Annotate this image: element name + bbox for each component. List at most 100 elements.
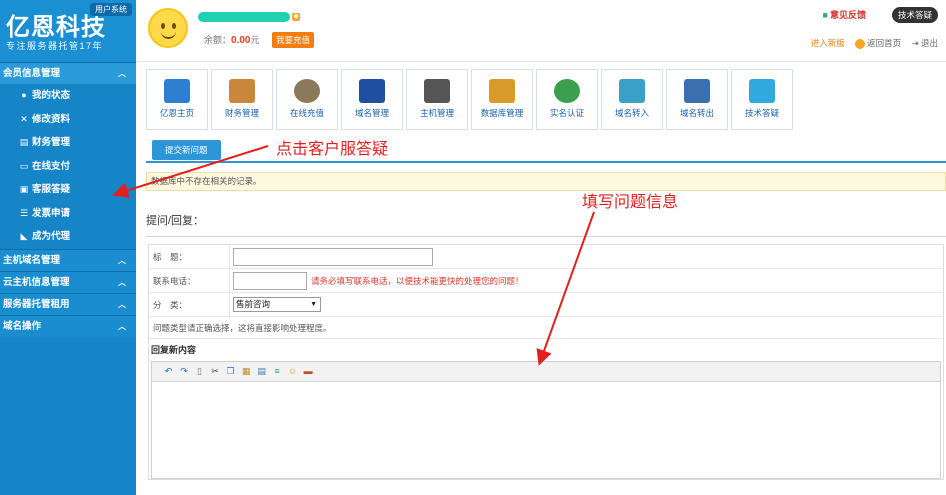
logout-link[interactable]: ⇥ 退出 [912,38,939,48]
flag-icon [359,79,385,103]
bird-icon: ◣ [20,231,28,241]
title-input[interactable] [233,248,433,266]
annotation-fill-info: 填写问题信息 [582,192,679,211]
avatar[interactable] [148,8,188,48]
chevron-up-icon: ︿ [118,255,126,265]
tile-label: 域名管理 [354,108,389,118]
transfer-in-icon [619,79,645,103]
sidebar-item-online-pay[interactable]: ▭ 在线支付 [0,155,136,179]
new-version-link[interactable]: 进入新版 [811,38,845,48]
feedback-label: 意见反馈 [829,10,866,20]
logo-title: 亿恩科技 [6,13,106,41]
category-select[interactable]: 售前咨询 ▼ [233,297,321,312]
sidebar-section-label: 服务器托管租用 [3,298,70,310]
tile-domain-in[interactable]: 域名转入 [601,69,663,130]
sidebar-section-label: 域名操作 [3,320,42,332]
annotation-click-support: 点击客户服答疑 [276,139,389,158]
divider [146,236,946,237]
tile-label: 数据库管理 [480,108,524,118]
format-icon[interactable]: ≡ [272,366,283,377]
monitor-icon [164,79,190,103]
sidebar-section-server-hosting[interactable]: 服务器托管租用 ︿ [0,292,136,315]
sidebar-item-label: 财务管理 [32,137,71,148]
tile-domain[interactable]: 域名管理 [341,69,403,130]
new-question-button[interactable]: 提交新问题 [152,140,221,160]
sidebar-item-invoice[interactable]: ☰ 发票申请 [0,202,136,226]
sidebar-section-member[interactable]: 会员信息管理 ︿ [0,62,136,84]
user-icon: ● [21,90,27,100]
tech-support-button[interactable]: 技术答疑 [891,7,938,23]
sidebar-section-host-domain[interactable]: 主机域名管理 ︿ [0,248,136,271]
section-title: 提问/回复： [146,215,205,227]
emoticon-icon[interactable]: ☺ [287,366,298,377]
form-row-title: 标 题： [149,245,943,269]
recharge-button[interactable]: 我要充值 [272,32,315,48]
sidebar-item-label: 修改资料 [32,113,71,125]
tile-tech-support[interactable]: 技术答疑 [731,69,793,130]
server-icon [424,79,450,103]
money-bag-icon [294,79,320,103]
home-link[interactable]: 返回首页 [855,38,902,49]
vip-badge-icon: ◆ [292,13,300,21]
logout-label: 退出 [920,38,938,48]
sidebar-section-domain-ops[interactable]: 域名操作 ︿ [0,314,136,337]
undo-icon[interactable]: ↶ [163,366,174,377]
tile-finance[interactable]: 财务管理 [211,69,273,130]
paste-icon[interactable]: ▦ [241,366,252,377]
balance: 余额：0.00元 [204,33,260,46]
card-icon: ▭ [19,160,29,171]
redo-icon[interactable]: ↷ [179,366,190,377]
reply-title: 回复新内容 [151,345,197,355]
balance-unit: 元 [250,35,260,45]
list-icon: ☰ [19,207,29,218]
sidebar-section-label: 云主机信息管理 [3,276,70,288]
sidebar-section-label: 会员信息管理 [3,68,61,79]
sidebar-item-agent[interactable]: ◣ 成为代理 [0,225,136,249]
logo[interactable]: 用户系统 亿恩科技 专注服务器托管17年 [0,0,136,62]
tile-label: 主机管理 [419,108,454,118]
logo-subtitle: 专注服务器托管17年 [6,41,104,51]
balance-label: 余额： [204,35,232,45]
tile-label: 财务管理 [224,108,259,118]
table-icon[interactable]: ▤ [256,366,267,377]
cut-icon[interactable]: ✂ [210,366,221,377]
copy-icon[interactable]: ❐ [225,366,236,377]
avatar-eye [161,23,165,29]
sidebar-item-support[interactable]: ▣ 客服答疑 [0,178,136,202]
balance-value: 0.00 [231,35,251,46]
phone-input[interactable] [233,272,307,290]
sidebar-item-finance[interactable]: ▤ 财务管理 [0,131,136,155]
feedback-link[interactable]: ■ 意见反馈 [823,8,866,21]
rich-text-editor[interactable]: ↶ ↷ ▯ ✂ ❐ ▦ ▤ ≡ ☺ ▬ [151,361,941,479]
home-label: 返回首页 [867,38,902,48]
notice-bar: 数据库中不存在相关的记录。 [146,172,946,191]
database-icon: ▤ [19,137,29,147]
insert-image-icon[interactable]: ▬ [303,366,314,377]
speech-bubble-icon [749,79,775,103]
username-redacted [198,12,290,22]
tile-label: 技术答疑 [744,108,779,118]
header: ◆ 余额：0.00元 我要充值 ■ 意见反馈 技术答疑 进入新版 返回首页 ⇥ 退… [136,0,946,62]
sidebar-item-my-status[interactable]: ● 我的状态 [0,84,136,108]
tile-database[interactable]: 数据库管理 [471,69,533,130]
editor-toolbar: ↶ ↷ ▯ ✂ ❐ ▦ ▤ ≡ ☺ ▬ [152,362,940,382]
tile-recharge[interactable]: 在线充值 [276,69,338,130]
tile-domain-out[interactable]: 域名转出 [666,69,728,130]
tile-host[interactable]: 主机管理 [406,69,468,130]
sidebar-section-cloud-host[interactable]: 云主机信息管理 ︿ [0,270,136,293]
chat-icon: ▣ [19,184,29,194]
dropdown-arrow-icon: ▼ [310,301,317,308]
sidebar-item-label: 客服答疑 [32,184,71,195]
preview-icon[interactable]: ▯ [194,366,205,377]
category-label: 分 类： [149,293,230,316]
form-row-category: 分 类： 售前咨询 ▼ [149,293,943,317]
chevron-up-icon: ︿ [118,321,126,331]
phone-hint: 请务必填写联系电话，以便技术能更快的处理您的问题！ [311,276,524,286]
tile-realname[interactable]: 实名认证 [536,69,598,130]
title-label: 标 题： [149,245,230,268]
tile-home[interactable]: 亿恩主页 [146,69,208,130]
chevron-up-icon: ︿ [118,299,126,309]
transfer-out-icon [684,79,710,103]
question-form: 标 题： 联系电话： 请务必填写联系电话，以便技术能更快的处理您的问题！ 分 类… [148,244,944,480]
sidebar-item-edit-profile[interactable]: ✕ 修改资料 [0,108,136,132]
